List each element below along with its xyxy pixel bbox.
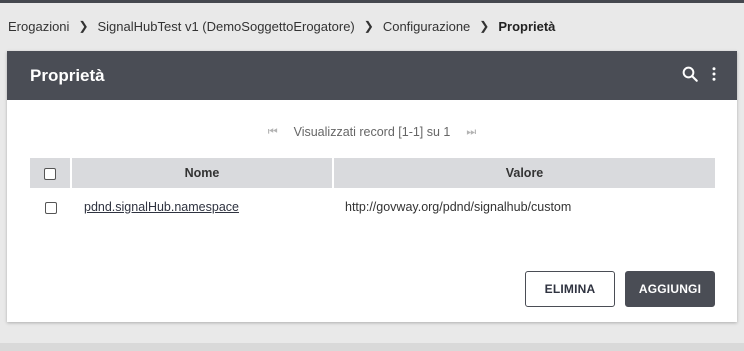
row-nome-cell: pdnd.signalHub.namespace [71,188,333,226]
more-vert-icon[interactable] [710,65,718,83]
properties-table: Nome Valore pdnd.signalHub.namespace htt… [30,158,715,226]
breadcrumb-current: Proprietà [498,18,556,34]
last-page-icon[interactable]: ⏭ [466,126,476,139]
delete-button[interactable]: ELIMINA [525,271,615,307]
pagination-info: Visualizzati record [1-1] su 1 [293,125,451,139]
row-checkbox[interactable] [44,201,57,214]
table-row: pdnd.signalHub.namespace http://govway.o… [30,188,715,226]
breadcrumb: Erogazioni ❯ SignalHubTest v1 (DemoSogge… [8,17,555,35]
property-name-link[interactable]: pdnd.signalHub.namespace [84,200,239,214]
search-icon[interactable] [681,65,699,83]
properties-panel: Proprietà ⏮ Visualizzati record [1-1] su… [7,51,737,322]
row-valore-cell: http://govway.org/pdnd/signalhub/custom [345,200,572,214]
bottom-bar [0,343,744,351]
pagination: ⏮ Visualizzati record [1-1] su 1 ⏭ [7,125,737,139]
add-button[interactable]: AGGIUNGI [625,271,715,307]
column-header-valore[interactable]: Valore [333,158,715,188]
row-select-cell [30,188,71,226]
table-header-row: Nome Valore [30,158,715,188]
breadcrumb-separator-icon: ❯ [78,19,89,33]
breadcrumb-item-api[interactable]: SignalHubTest v1 (DemoSoggettoErogatore) [98,19,355,34]
column-header-nome[interactable]: Nome [71,158,334,188]
breadcrumb-item-configurazione[interactable]: Configurazione [383,19,470,34]
breadcrumb-separator-icon: ❯ [363,19,374,33]
page-title: Proprietà [30,65,105,85]
first-page-icon[interactable]: ⏮ [268,126,278,139]
select-all-cell [30,158,72,188]
top-accent-bar [0,0,744,3]
breadcrumb-separator-icon: ❯ [479,19,490,33]
panel-header: Proprietà [7,51,737,100]
breadcrumb-item-erogazioni[interactable]: Erogazioni [8,19,69,34]
select-all-checkbox[interactable] [44,167,56,180]
